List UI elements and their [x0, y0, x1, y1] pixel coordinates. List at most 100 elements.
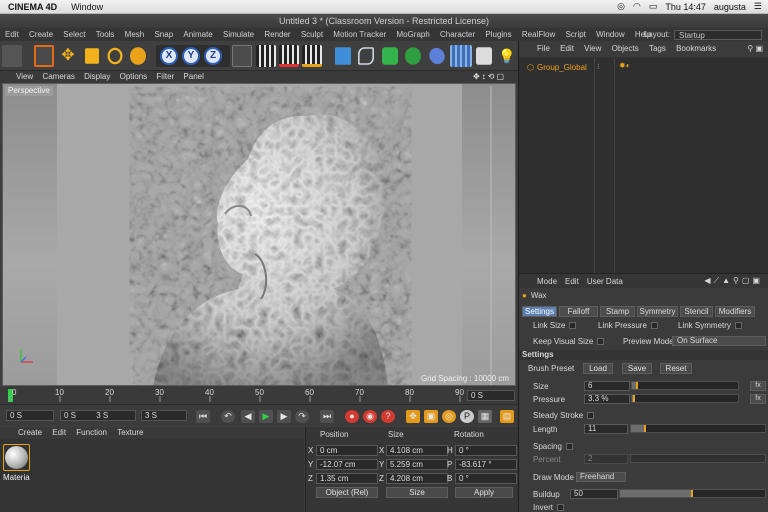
reset-preset-button[interactable]: Reset — [660, 363, 692, 374]
move-icon[interactable]: ✥ — [58, 45, 78, 67]
range-start[interactable]: 0 S — [64, 411, 76, 420]
object-menu-bookmarks[interactable]: Bookmarks — [676, 44, 716, 53]
link-pressure-row[interactable]: Link Pressure — [598, 321, 658, 330]
link-size-row[interactable]: Link Size — [533, 321, 577, 330]
bend-deformer-icon[interactable] — [426, 45, 448, 67]
preview-range-field[interactable]: 0 S 3 S — [60, 410, 136, 421]
apply-button[interactable]: Apply — [455, 487, 513, 498]
save-preset-button[interactable]: Save — [622, 363, 652, 374]
pos-z-field[interactable]: 1.35 cm — [316, 473, 378, 484]
pos-x-field[interactable]: 0 cm — [316, 445, 378, 456]
menu-sculpt[interactable]: Sculpt — [301, 30, 323, 39]
play-icon[interactable]: ▶ — [259, 410, 273, 423]
prev-key-icon[interactable]: ↶ — [221, 410, 235, 423]
size-fx-button[interactable]: fx — [750, 381, 766, 391]
material-menu-function[interactable]: Function — [76, 428, 107, 437]
link-pressure-checkbox[interactable] — [650, 322, 658, 330]
keyframe-selection-icon[interactable]: ? — [381, 410, 395, 423]
scale-icon[interactable] — [85, 48, 99, 64]
object-menu-objects[interactable]: Objects — [612, 44, 639, 53]
viewport-menu-display[interactable]: Display — [84, 72, 110, 81]
spacing-checkbox[interactable] — [565, 443, 573, 451]
recent-tools-icon[interactable] — [130, 47, 146, 65]
autokey-icon[interactable]: ◉ — [363, 410, 377, 423]
length-slider[interactable] — [630, 424, 766, 433]
menu-mesh[interactable]: Mesh — [125, 30, 145, 39]
z-axis-lock-icon[interactable]: Z — [204, 47, 222, 65]
object-name[interactable]: Group_Global — [537, 63, 587, 72]
size-y-field[interactable]: 5.259 cm — [386, 459, 448, 470]
rot-b-field[interactable]: 0 ° — [455, 473, 517, 484]
app-menu-name[interactable]: CINEMA 4D — [8, 2, 57, 12]
tab-stencil[interactable]: Stencil — [680, 306, 713, 317]
buildup-field[interactable]: 50 — [570, 489, 618, 499]
object-menu-tags[interactable]: Tags — [649, 44, 666, 53]
window-menu[interactable]: Window — [71, 2, 103, 12]
menu-animate[interactable]: Animate — [183, 30, 212, 39]
pressure-fx-button[interactable]: fx — [750, 394, 766, 404]
steady-stroke-row[interactable]: Steady Stroke — [533, 411, 595, 420]
timeline-window-icon[interactable]: ▤ — [500, 410, 514, 423]
world-coordinates-icon[interactable] — [232, 45, 252, 67]
size-z-field[interactable]: 4.208 cm — [386, 473, 448, 484]
spline-pen-icon[interactable] — [358, 47, 374, 65]
tab-modifiers[interactable]: Modifiers — [715, 306, 755, 317]
preview-mode-dropdown[interactable]: On Surface — [672, 336, 766, 346]
key-scale-icon[interactable]: ▣ — [424, 410, 438, 423]
cube-icon[interactable] — [335, 47, 351, 65]
link-symmetry-checkbox[interactable] — [734, 322, 742, 330]
menu-motion-tracker[interactable]: Motion Tracker — [333, 30, 386, 39]
viewport[interactable]: Perspective Grid Spacing : 10000 cm — [2, 83, 516, 386]
render-picture-viewer-icon[interactable] — [279, 45, 299, 67]
menu-create[interactable]: Create — [29, 30, 53, 39]
rotate-icon[interactable] — [107, 47, 123, 65]
menu-plugins[interactable]: Plugins — [485, 30, 511, 39]
size-slider[interactable] — [631, 381, 739, 390]
attr-nav-icons[interactable]: ◀⟋▲⚲▢▣ — [704, 276, 763, 286]
material-menu-create[interactable]: Create — [18, 428, 42, 437]
viewport-menu-panel[interactable]: Panel — [183, 72, 203, 81]
object-menu-edit[interactable]: Edit — [560, 44, 574, 53]
tab-stamp[interactable]: Stamp — [600, 306, 635, 317]
menu-snap[interactable]: Snap — [154, 30, 173, 39]
viewport-menu-options[interactable]: Options — [120, 72, 148, 81]
material-swatch[interactable] — [3, 444, 30, 471]
visibility-toggle-icon[interactable]: ⁝ — [597, 62, 600, 71]
menu-script[interactable]: Script — [565, 30, 585, 39]
pressure-slider[interactable] — [631, 394, 739, 403]
attr-menu-edit[interactable]: Edit — [565, 277, 579, 286]
record-keys-icon[interactable]: ● — [345, 410, 359, 423]
camera-icon[interactable] — [476, 47, 492, 65]
sculpt-tag-icon[interactable]: ✸◐ — [619, 61, 631, 70]
viewport-menu-filter[interactable]: Filter — [156, 72, 174, 81]
menu-mograph[interactable]: MoGraph — [396, 30, 429, 39]
attr-menu-mode[interactable]: Mode — [537, 277, 557, 286]
menu-edit[interactable]: Edit — [5, 30, 19, 39]
key-position-icon[interactable]: ✥ — [406, 410, 420, 423]
tab-falloff[interactable]: Falloff — [559, 306, 598, 317]
draw-mode-dropdown[interactable]: Freehand — [576, 472, 626, 482]
size-mode-dropdown[interactable]: Size — [386, 487, 448, 498]
timeline[interactable]: 0 10 20 30 40 50 60 70 80 90 0 S — [0, 386, 518, 404]
pressure-field[interactable]: 3.3 % — [584, 394, 630, 404]
size-field[interactable]: 6 — [584, 381, 630, 391]
key-parameter-icon[interactable]: P — [460, 410, 474, 423]
clock[interactable]: Thu 14:47 — [665, 2, 706, 12]
menu-simulate[interactable]: Simulate — [223, 30, 254, 39]
key-rotation-icon[interactable]: ◎ — [442, 410, 456, 423]
steady-stroke-checkbox[interactable] — [587, 412, 595, 420]
current-frame-field[interactable]: 0 S — [6, 410, 54, 421]
render-view-icon[interactable] — [256, 45, 276, 67]
layout-dropdown[interactable]: Startup — [674, 29, 762, 40]
range-end[interactable]: 3 S — [96, 411, 108, 420]
menu-render[interactable]: Render — [264, 30, 290, 39]
material-name[interactable]: Materia — [3, 473, 30, 482]
keep-visual-size-row[interactable]: Keep Visual Size — [533, 337, 605, 346]
material-menu-texture[interactable]: Texture — [117, 428, 143, 437]
viewport-menu-cameras[interactable]: Cameras — [42, 72, 74, 81]
light-icon[interactable]: 💡 — [497, 45, 517, 67]
invert-checkbox[interactable] — [557, 504, 565, 512]
menu-select[interactable]: Select — [63, 30, 85, 39]
bust-shape[interactable] — [153, 114, 388, 386]
subdivision-surface-icon[interactable] — [382, 47, 398, 65]
